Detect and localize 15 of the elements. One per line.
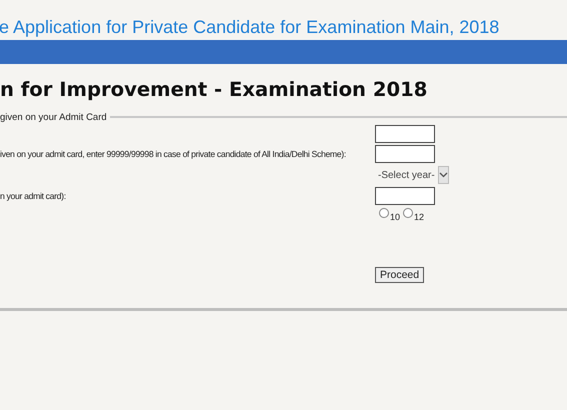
radio-button[interactable] <box>379 208 389 218</box>
field-label: iven on your admit card, enter 99999/99998 in case of private candidate of All India/Delhi Scheme): <box>0 149 346 159</box>
input-field[interactable] <box>375 187 435 205</box>
radio-label: 10 <box>390 211 400 222</box>
radio-button[interactable] <box>403 208 414 218</box>
form-heading: n for Improvement - Examination 2018 <box>0 77 428 103</box>
caret-icon <box>438 166 449 184</box>
proceed-button[interactable]: Proceed <box>375 267 424 283</box>
field-label: n your admit card): <box>0 191 66 201</box>
fieldset-legend: given on your Admit Card <box>0 112 110 122</box>
page-title: e Application for Private Candidate for Examination Main, 2018 <box>0 16 500 39</box>
input-field[interactable] <box>375 125 435 143</box>
radio-label: 12 <box>414 211 424 222</box>
year-dropdown[interactable]: -Select year- <box>377 166 449 184</box>
input-field[interactable] <box>375 145 435 163</box>
